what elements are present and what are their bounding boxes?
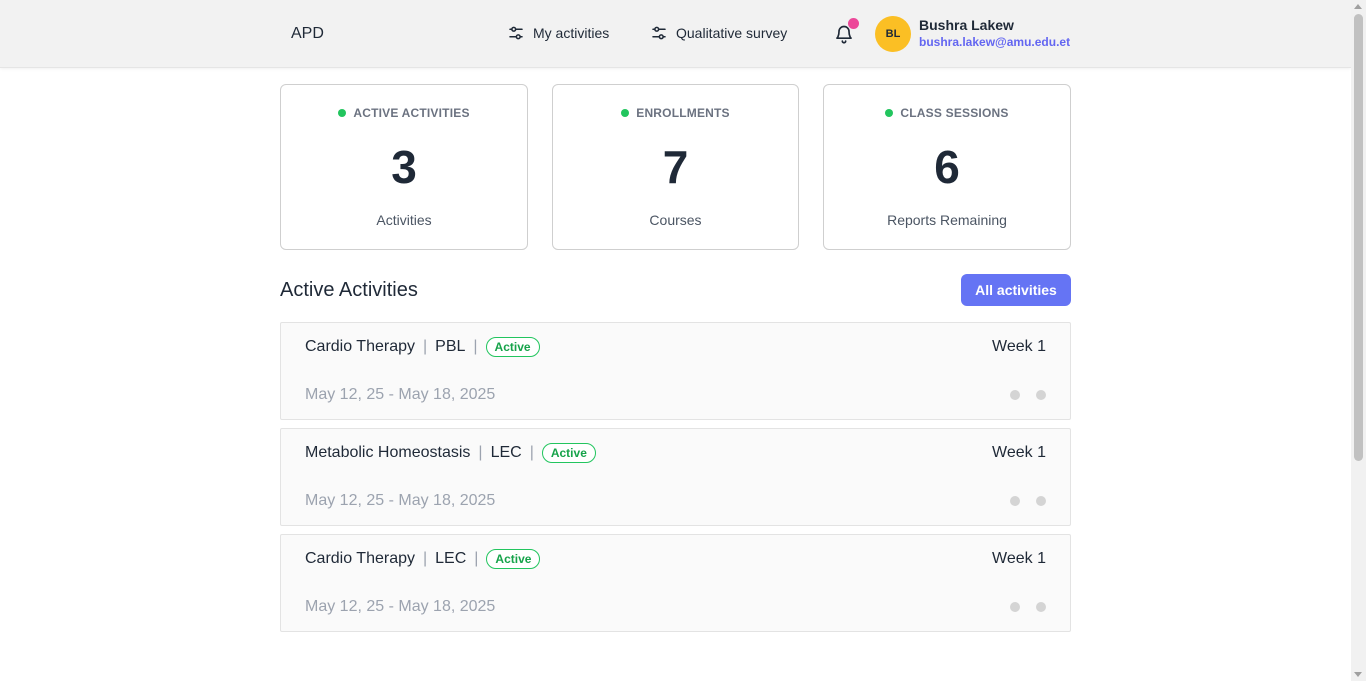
stat-card-class-sessions: CLASS SESSIONS 6 Reports Remaining [823, 84, 1071, 250]
activity-card[interactable]: Metabolic Homeostasis | LEC | Active Wee… [280, 428, 1071, 526]
user-name: Bushra Lakew [919, 17, 1014, 33]
activity-title-row: Metabolic Homeostasis | LEC | Active [305, 443, 596, 463]
stat-heading-row: ENROLLMENTS [553, 106, 798, 120]
activity-name: Cardio Therapy [305, 338, 415, 355]
stat-heading: CLASS SESSIONS [900, 106, 1009, 120]
user-email[interactable]: bushra.lakew@amu.edu.et [919, 35, 1070, 49]
activity-title-row: Cardio Therapy | LEC | Active [305, 549, 541, 569]
avatar[interactable]: BL [875, 16, 911, 52]
indicator-dot[interactable] [1010, 390, 1020, 400]
separator: | [478, 444, 483, 461]
activity-indicators [1010, 390, 1046, 400]
activity-week: Week 1 [992, 550, 1046, 567]
nav-qualitative-survey[interactable]: Qualitative survey [650, 24, 787, 42]
stat-heading-row: ACTIVE ACTIVITIES [281, 106, 527, 120]
status-dot [338, 109, 347, 117]
stat-heading: ENROLLMENTS [636, 106, 730, 120]
stat-value: 3 [391, 141, 417, 193]
activity-type: LEC [435, 550, 467, 567]
activity-title-row: Cardio Therapy | PBL | Active [305, 337, 540, 357]
brand-logo[interactable]: APD [291, 25, 324, 43]
all-activities-button[interactable]: All activities [961, 274, 1071, 306]
indicator-dot[interactable] [1036, 496, 1046, 506]
indicator-dot[interactable] [1036, 602, 1046, 612]
stat-heading-row: CLASS SESSIONS [824, 106, 1070, 120]
sliders-icon [509, 26, 523, 40]
indicator-dot[interactable] [1010, 602, 1020, 612]
separator: | [529, 444, 534, 461]
vertical-scrollbar[interactable] [1351, 0, 1366, 681]
stat-heading: ACTIVE ACTIVITIES [353, 106, 470, 120]
stat-subtitle: Activities [376, 212, 432, 228]
activity-card[interactable]: Cardio Therapy | LEC | Active Week 1 May… [280, 534, 1071, 632]
activity-indicators [1010, 496, 1046, 506]
indicator-dot[interactable] [1010, 496, 1020, 506]
stat-value: 7 [662, 141, 689, 193]
separator: | [474, 550, 479, 567]
scrollbar-thumb[interactable] [1354, 14, 1363, 461]
separator: | [473, 338, 478, 355]
activity-week: Week 1 [992, 338, 1046, 355]
status-dot [621, 109, 630, 117]
status-badge: Active [485, 337, 540, 357]
nav-my-activities[interactable]: My activities [507, 24, 609, 42]
stat-subtitle: Courses [649, 212, 702, 228]
separator: | [422, 550, 428, 567]
activity-week: Week 1 [992, 444, 1046, 461]
activity-card[interactable]: Cardio Therapy | PBL | Active Week 1 May… [280, 322, 1071, 420]
activity-name: Metabolic Homeostasis [305, 444, 471, 461]
stat-card-enrollments: ENROLLMENTS 7 Courses [552, 84, 799, 250]
indicator-dot[interactable] [1036, 390, 1046, 400]
scroll-down-arrow-icon[interactable] [1354, 672, 1362, 677]
stat-value: 6 [934, 141, 960, 193]
stat-card-active-activities: ACTIVE ACTIVITIES 3 Activities [280, 84, 528, 250]
status-dot [885, 109, 894, 117]
sliders-icon [652, 26, 666, 40]
stat-subtitle: Reports Remaining [887, 212, 1007, 228]
top-navbar: APD My activities Qualitative survey BL … [0, 0, 1351, 68]
nav-qualitative-survey-label: Qualitative survey [676, 25, 788, 41]
activity-name: Cardio Therapy [305, 550, 415, 567]
status-badge: Active [541, 443, 596, 463]
activity-dates: May 12, 25 - May 18, 2025 [305, 598, 496, 615]
activity-type: PBL [435, 338, 466, 355]
activity-dates: May 12, 25 - May 18, 2025 [305, 492, 496, 509]
scroll-up-arrow-icon[interactable] [1354, 4, 1362, 9]
nav-my-activities-label: My activities [533, 25, 610, 41]
status-badge: Active [486, 549, 541, 569]
separator: | [422, 338, 428, 355]
activity-dates: May 12, 25 - May 18, 2025 [305, 386, 496, 403]
notification-dot [848, 18, 859, 29]
activity-type: LEC [490, 444, 522, 461]
section-title: Active Activities [280, 279, 418, 301]
activity-indicators [1010, 602, 1046, 612]
